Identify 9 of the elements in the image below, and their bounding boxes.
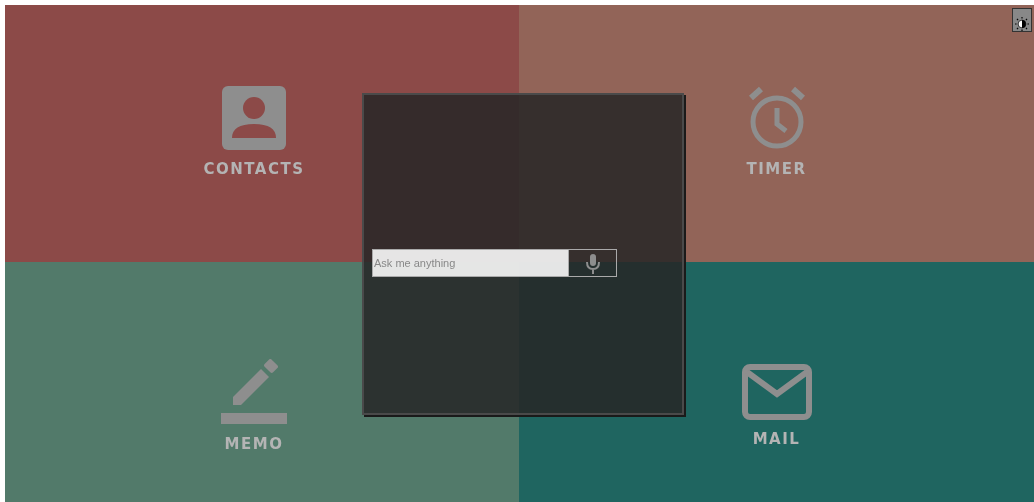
tile-label: MAIL <box>752 428 801 450</box>
contrast-button[interactable] <box>1012 8 1032 32</box>
tile-label: TIMER <box>746 159 807 181</box>
person-card-icon <box>222 86 286 151</box>
tile-label: MEMO <box>224 433 284 455</box>
pencil-icon <box>221 358 287 425</box>
tile-label: CONTACTS <box>203 159 305 181</box>
contrast-icon <box>1015 14 1029 33</box>
envelope-icon <box>741 363 812 420</box>
